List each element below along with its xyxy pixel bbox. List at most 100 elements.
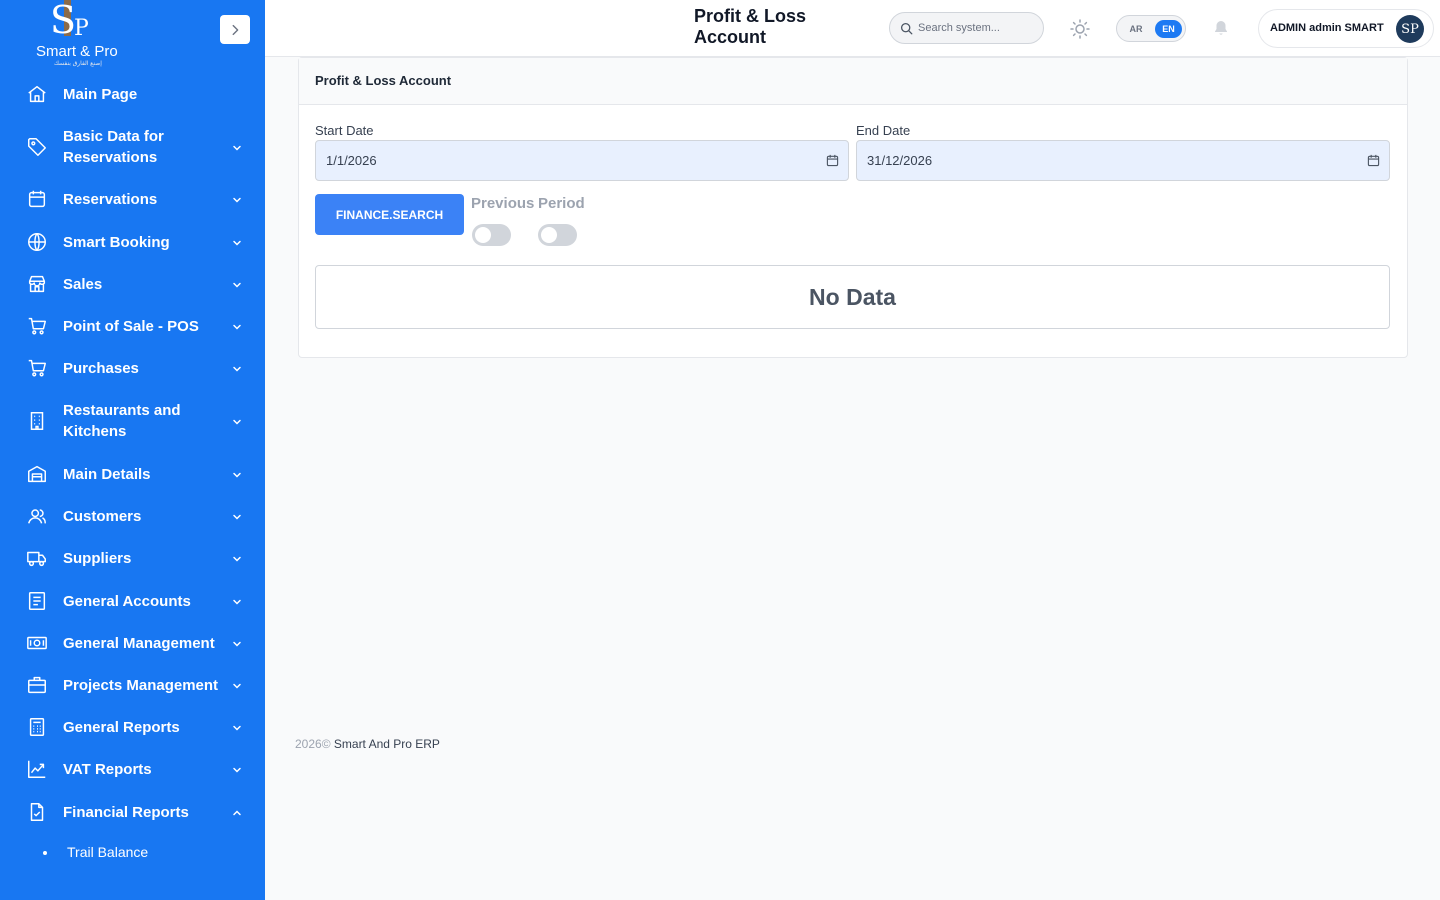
sidebar-item-vat-reports[interactable]: VAT Reports bbox=[0, 758, 265, 780]
chevron-down-icon bbox=[231, 141, 243, 153]
sidebar-item-pos[interactable]: Point of Sale - POS bbox=[0, 315, 265, 337]
avatar: SP bbox=[1396, 15, 1424, 43]
calendar-icon[interactable] bbox=[1367, 154, 1380, 167]
tag-icon bbox=[26, 136, 48, 158]
report-icon bbox=[26, 801, 48, 823]
logo-letter-s: S bbox=[50, 0, 77, 42]
chevron-down-icon bbox=[231, 679, 243, 691]
sidebar-item-general-reports[interactable]: General Reports bbox=[0, 716, 265, 738]
sidebar-item-label: Restaurants and Kitchens bbox=[63, 402, 181, 440]
sidebar-item-label: Main Page bbox=[63, 85, 138, 103]
logo-tagline: إصنع الفارق بنفسك bbox=[54, 61, 102, 67]
sidebar-item-label: Purchases bbox=[63, 359, 139, 377]
sidebar-item-basic-data[interactable]: Basic Data for Reservations bbox=[0, 126, 265, 168]
sidebar-item-reservations[interactable]: Reservations bbox=[0, 188, 265, 210]
sidebar-item-label: General Accounts bbox=[63, 592, 191, 610]
chevron-down-icon bbox=[231, 362, 243, 374]
warehouse-icon bbox=[26, 463, 48, 485]
sidebar-subitem-trail-balance[interactable]: Trail Balance bbox=[0, 842, 265, 862]
sidebar-item-label: Financial Reports bbox=[63, 803, 189, 821]
chevron-down-icon bbox=[231, 415, 243, 427]
building-icon bbox=[26, 410, 48, 432]
lang-ar-button[interactable]: AR bbox=[1123, 20, 1149, 38]
sidebar-item-label: Basic Data for Reservations bbox=[63, 128, 164, 166]
theme-toggle-button[interactable] bbox=[1069, 18, 1091, 40]
user-name: ADMIN admin SMART bbox=[1270, 22, 1384, 34]
previous-toggle[interactable] bbox=[472, 224, 511, 246]
sidebar-item-restaurants[interactable]: Restaurants and Kitchens bbox=[0, 400, 265, 442]
notifications-button[interactable] bbox=[1212, 19, 1230, 37]
sidebar-item-general-accounts[interactable]: General Accounts bbox=[0, 590, 265, 612]
sidebar-item-label: Suppliers bbox=[63, 549, 132, 567]
sidebar-item-label: Point of Sale - POS bbox=[63, 317, 199, 335]
end-date-field[interactable]: 31/12/2026 bbox=[856, 140, 1390, 181]
cart-icon bbox=[26, 357, 48, 379]
chevron-up-icon bbox=[231, 806, 243, 818]
card-title: Profit & Loss Account bbox=[315, 73, 452, 88]
globe-icon bbox=[26, 231, 48, 253]
page-title: Profit & Loss Account bbox=[694, 6, 807, 47]
period-toggle[interactable] bbox=[538, 224, 577, 246]
sidebar-item-smart-booking[interactable]: Smart Booking bbox=[0, 231, 265, 253]
sidebar-item-sales[interactable]: Sales bbox=[0, 273, 265, 295]
end-date-label: End Date bbox=[856, 123, 911, 138]
sidebar-item-projects-management[interactable]: Projects Management bbox=[0, 674, 265, 696]
bell-icon bbox=[1215, 21, 1227, 35]
chevron-down-icon bbox=[231, 510, 243, 522]
sidebar-item-label: Projects Management bbox=[63, 676, 219, 694]
cart-icon bbox=[26, 315, 48, 337]
sidebar-item-label: Reservations bbox=[63, 190, 158, 208]
users-icon bbox=[26, 505, 48, 527]
truck-icon bbox=[26, 547, 48, 569]
calendar-icon bbox=[26, 188, 48, 210]
calculator-icon bbox=[26, 716, 48, 738]
chevron-down-icon bbox=[231, 236, 243, 248]
footer-year: 2026© bbox=[295, 737, 331, 751]
finance-search-button[interactable]: FINANCE.SEARCH bbox=[315, 194, 464, 235]
sidebar-item-financial-reports[interactable]: Financial Reports bbox=[0, 801, 265, 823]
chevron-down-icon bbox=[231, 468, 243, 480]
chevron-down-icon bbox=[231, 193, 243, 205]
chevron-down-icon bbox=[231, 595, 243, 607]
toggle-knob bbox=[541, 227, 557, 243]
sidebar-item-label: General Reports bbox=[63, 718, 180, 736]
sidebar-item-main-page[interactable]: Main Page bbox=[0, 83, 265, 105]
language-switcher: AR EN bbox=[1116, 15, 1186, 42]
sidebar-item-purchases[interactable]: Purchases bbox=[0, 357, 265, 379]
logo-letter-p: P bbox=[74, 16, 89, 41]
footer-text: Smart And Pro ERP bbox=[333, 737, 440, 751]
start-date-field[interactable]: 1/1/2026 bbox=[315, 140, 849, 181]
sidebar-item-label: Main Details bbox=[63, 465, 151, 483]
calendar-icon[interactable] bbox=[826, 154, 839, 167]
sidebar-item-label: Customers bbox=[63, 507, 142, 525]
start-date-value: 1/1/2026 bbox=[326, 153, 377, 168]
footer: 2026© Smart And Pro ERP bbox=[295, 737, 440, 751]
previous-toggle-label: Previous bbox=[471, 195, 535, 212]
toggle-knob bbox=[475, 227, 491, 243]
sidebar-subitem-label: Trail Balance bbox=[67, 844, 149, 860]
sidebar-item-customers[interactable]: Customers bbox=[0, 505, 265, 527]
sidebar-item-general-management[interactable]: General Management bbox=[0, 632, 265, 654]
chevron-down-icon bbox=[231, 278, 243, 290]
chevron-down-icon bbox=[231, 320, 243, 332]
chevron-down-icon bbox=[231, 721, 243, 733]
user-menu[interactable]: ADMIN admin SMART SP bbox=[1258, 9, 1434, 48]
sun-icon bbox=[1070, 19, 1090, 39]
sidebar-item-suppliers[interactable]: Suppliers bbox=[0, 547, 265, 569]
money-icon bbox=[26, 632, 48, 654]
profit-loss-card: Profit & Loss Account Start Date 1/1/202… bbox=[298, 57, 1408, 358]
lang-en-button[interactable]: EN bbox=[1155, 20, 1182, 38]
search-icon bbox=[900, 22, 913, 35]
sidebar-collapse-button[interactable] bbox=[220, 15, 250, 44]
logo[interactable]: S P Smart & Pro إصنع الفارق بنفسك bbox=[34, 0, 130, 68]
chevron-right-icon bbox=[232, 24, 239, 35]
end-date-value: 31/12/2026 bbox=[867, 153, 933, 168]
sidebar-item-main-details[interactable]: Main Details bbox=[0, 463, 265, 485]
sidebar: S P Smart & Pro إصنع الفارق بنفسك Main P… bbox=[0, 0, 265, 900]
search-box[interactable] bbox=[889, 12, 1044, 44]
card-header: Profit & Loss Account bbox=[299, 58, 1407, 105]
chevron-down-icon bbox=[231, 637, 243, 649]
sidebar-item-label: VAT Reports bbox=[63, 760, 152, 778]
logo-mark: S P bbox=[50, 0, 89, 46]
search-input[interactable] bbox=[918, 19, 1038, 37]
